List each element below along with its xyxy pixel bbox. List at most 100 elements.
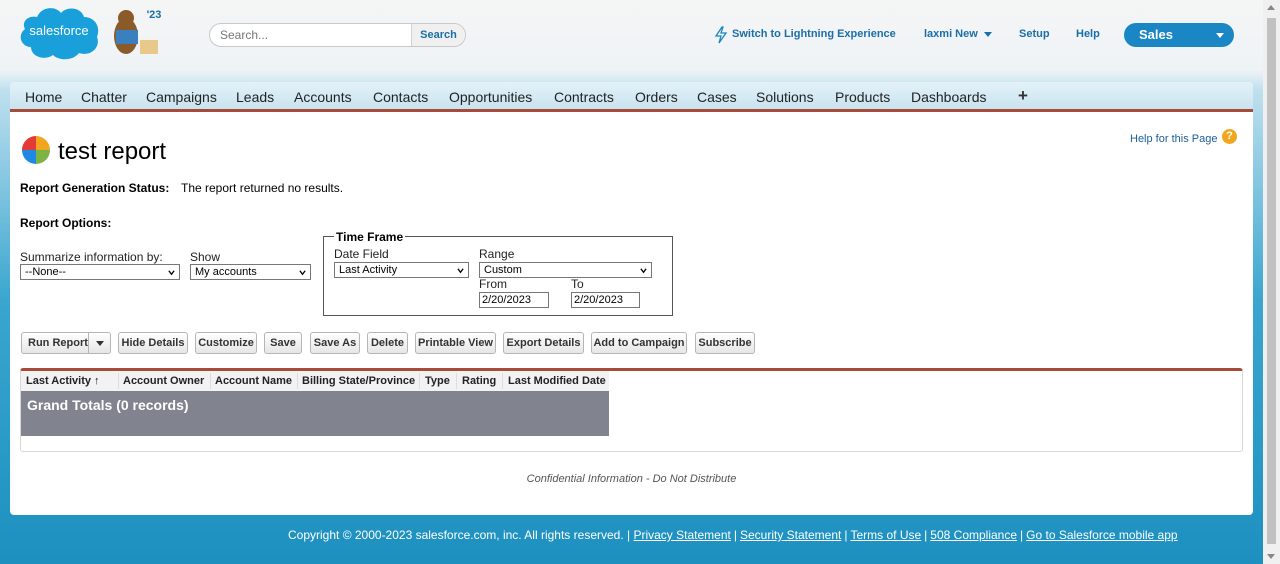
show-select-value: My accounts [195,266,257,278]
customize-button[interactable]: Customize [195,332,257,354]
tab-campaigns[interactable]: Campaigns [146,89,217,105]
time-frame-group: Time Frame Date Field Last Activity Rang… [323,230,673,316]
user-menu[interactable]: laxmi New [924,28,992,40]
export-details-button[interactable]: Export Details [503,332,584,354]
help-link[interactable]: Help [1076,28,1100,40]
status-value: The report returned no results. [181,181,344,195]
printable-view-button[interactable]: Printable View [415,332,496,354]
show-select[interactable]: My accounts [190,264,311,280]
options-label: Report Options: [20,216,112,230]
date-field-value: Last Activity [339,264,398,276]
search-input[interactable] [210,24,412,46]
tab-products[interactable]: Products [835,89,890,105]
mascot-icon: '23 [114,9,162,54]
hide-details-button[interactable]: Hide Details [118,332,188,354]
delete-button[interactable]: Delete [367,332,408,354]
range-value: Custom [484,264,522,276]
app-switcher[interactable]: Sales [1124,23,1234,47]
save-as-button[interactable]: Save As [310,332,360,354]
footer: Copyright © 2000-2023 salesforce.com, in… [288,528,1178,542]
report-icon [22,136,50,164]
user-menu-label: laxmi New [924,28,978,40]
summarize-select[interactable]: --None-- [20,264,180,280]
status-label: Report Generation Status: [20,181,170,195]
run-report-menu-caret-icon[interactable] [88,333,110,353]
date-field-select[interactable]: Last Activity [334,262,469,278]
report-results: Last Activity ↑ Account Owner Account Na… [20,368,1243,452]
footer-separator: | [1020,528,1024,542]
all-tabs-plus-icon[interactable]: + [1018,86,1028,106]
svg-text:salesforce: salesforce [29,23,88,38]
tab-solutions[interactable]: Solutions [756,89,814,105]
tab-home[interactable]: Home [25,89,62,105]
footer-separator: | [844,528,848,542]
chevron-down-icon [457,268,464,274]
tab-accounts[interactable]: Accounts [294,89,352,105]
footer-separator: | [733,528,737,542]
lightning-bolt-icon [714,26,728,44]
vertical-scrollbar[interactable] [1263,0,1280,564]
report-panel: test report Help for this Page ? Report … [10,112,1253,515]
chevron-down-icon [1216,33,1224,38]
footer-separator: | [924,528,928,542]
from-label: From [479,277,507,291]
page-title: test report [58,138,167,165]
grand-totals-row: Grand Totals (0 records) [21,391,609,436]
column-account-owner[interactable]: Account Owner [123,375,204,387]
header-bar: salesforce '23 Search Switch to Lightnin… [0,0,1262,78]
help-icon[interactable]: ? [1222,129,1237,144]
scroll-thumb[interactable] [1267,18,1276,544]
privacy-statement-link[interactable]: Privacy Statement [633,528,730,542]
summarize-select-value: --None-- [25,266,66,278]
setup-link[interactable]: Setup [1019,28,1050,40]
svg-text:'23: '23 [147,9,162,21]
scroll-up-arrow-icon[interactable] [1267,5,1275,10]
add-to-campaign-button[interactable]: Add to Campaign [591,332,687,354]
subscribe-button[interactable]: Subscribe [695,332,755,354]
terms-of-use-link[interactable]: Terms of Use [850,528,921,542]
column-type[interactable]: Type [425,375,450,387]
summarize-label: Summarize information by: [20,250,163,264]
tab-chatter[interactable]: Chatter [81,89,127,105]
tab-contracts[interactable]: Contracts [554,89,614,105]
tab-leads[interactable]: Leads [236,89,274,105]
column-last-activity[interactable]: Last Activity ↑ [26,375,100,387]
run-report-label: Run Report [28,337,88,349]
grand-totals-label: Grand Totals (0 records) [27,397,189,413]
tab-contacts[interactable]: Contacts [373,89,428,105]
copyright-text: Copyright © 2000-2023 salesforce.com, in… [288,528,631,542]
tab-cases[interactable]: Cases [697,89,737,105]
search-box: Search [209,23,466,47]
508-compliance-link[interactable]: 508 Compliance [930,528,1017,542]
chevron-down-icon [983,31,992,37]
to-label: To [571,277,584,291]
save-button[interactable]: Save [264,332,302,354]
tab-opportunities[interactable]: Opportunities [449,89,532,105]
column-rating[interactable]: Rating [462,375,496,387]
column-last-modified-date[interactable]: Last Modified Date [508,375,606,387]
range-label: Range [479,247,515,261]
search-button[interactable]: Search [411,24,465,46]
chevron-down-icon [640,268,647,274]
tab-dashboards[interactable]: Dashboards [911,89,987,105]
security-statement-link[interactable]: Security Statement [740,528,841,542]
confidential-notice: Confidential Information - Do Not Distri… [526,473,737,485]
column-billing-state[interactable]: Billing State/Province [302,375,415,387]
tab-bar: Home Chatter Campaigns Leads Accounts Co… [10,82,1253,112]
from-date-input[interactable]: 2/20/2023 [479,292,549,308]
help-for-page-link[interactable]: Help for this Page [1130,133,1217,145]
mobile-app-link[interactable]: Go to Salesforce mobile app [1026,528,1177,542]
run-report-button[interactable]: Run Report [21,332,111,354]
tab-orders[interactable]: Orders [635,89,678,105]
chevron-down-icon [299,270,306,276]
chevron-down-icon [168,270,175,276]
column-account-name[interactable]: Account Name [215,375,292,387]
scroll-down-arrow-icon[interactable] [1267,554,1275,559]
app-switcher-label: Sales [1139,27,1173,42]
time-frame-legend: Time Frame [334,230,406,244]
switch-lightning-link[interactable]: Switch to Lightning Experience [732,28,896,40]
to-date-input[interactable]: 2/20/2023 [571,292,640,308]
salesforce-logo[interactable]: salesforce [17,3,101,61]
range-select[interactable]: Custom [479,262,652,278]
date-field-label: Date Field [334,247,389,261]
